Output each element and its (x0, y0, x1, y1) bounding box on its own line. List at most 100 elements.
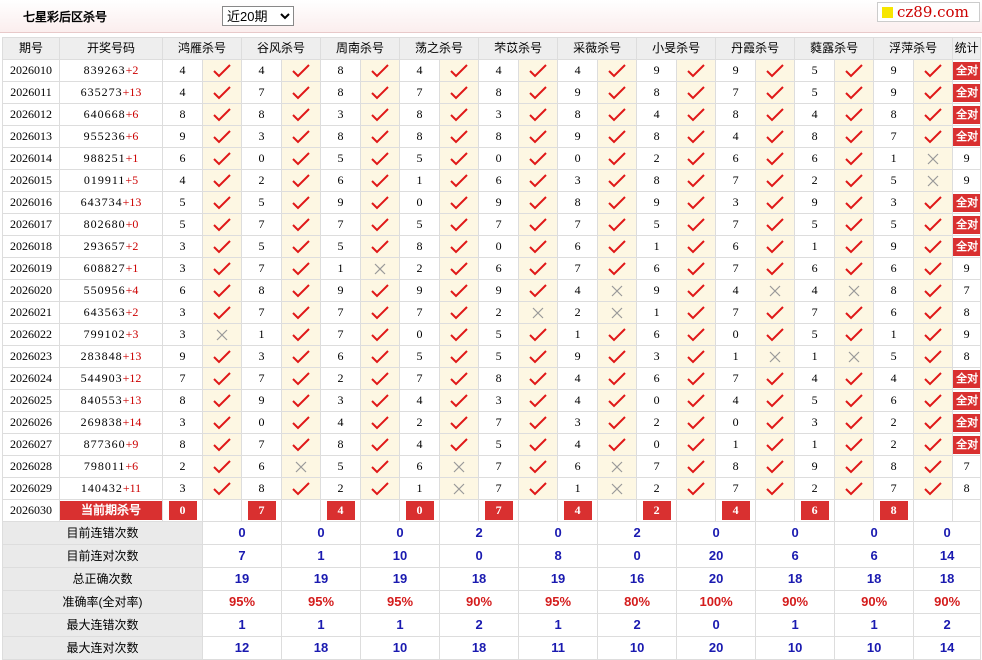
stat-value: 1 (755, 613, 836, 637)
result-mark (281, 345, 322, 368)
result-mark (597, 257, 638, 280)
result-mark (597, 433, 638, 456)
check-icon (213, 240, 231, 254)
result-mark (834, 235, 875, 258)
result-mark (518, 477, 559, 500)
kill-number: 9 (794, 455, 836, 478)
result-mark (676, 213, 717, 236)
check-icon (687, 196, 705, 210)
result-mark (518, 125, 559, 148)
kill-number: 5 (478, 323, 520, 346)
result-mark (360, 169, 401, 192)
cross-icon (453, 461, 465, 473)
stat-value: 10 (597, 636, 678, 660)
result-mark (597, 323, 638, 346)
current-kill-cell: 4 (320, 499, 362, 522)
result-mark (281, 213, 322, 236)
check-icon (845, 460, 863, 474)
site-logo[interactable]: cz89.com (877, 2, 980, 22)
draw-numbers: 955236+6 (59, 125, 163, 148)
result-mark (281, 301, 322, 324)
draw-digits: 283848 (80, 349, 123, 363)
result-mark (360, 411, 401, 434)
col-header-tongji: 统计 (952, 37, 982, 60)
kill-number: 3 (162, 235, 203, 258)
check-icon (687, 108, 705, 122)
draw-sum: +9 (125, 437, 139, 451)
result-mark (597, 125, 638, 148)
stat-number: 10 (787, 640, 803, 655)
draw-sum: +1 (125, 261, 139, 275)
result-mark (597, 147, 638, 170)
cross-icon (295, 461, 307, 473)
issue-number: 2026018 (2, 235, 60, 258)
kill-number: 3 (162, 323, 203, 346)
draw-numbers: 643734+13 (59, 191, 163, 214)
table-row: 2026011 635273+13 4 7 8 7 8 9 8 7 5 9 全对 (2, 81, 982, 104)
check-icon (371, 284, 389, 298)
cross-icon (532, 307, 544, 319)
result-mark (597, 389, 638, 412)
kill-number: 7 (241, 433, 283, 456)
result-mark (597, 477, 638, 500)
kill-number: 9 (873, 81, 915, 104)
check-icon (371, 130, 389, 144)
kill-number: 8 (399, 235, 441, 258)
period-select[interactable]: 近20期 (222, 6, 294, 26)
col-header-expert: 周南杀号 (320, 37, 401, 60)
check-icon (371, 306, 389, 320)
check-icon (608, 152, 626, 166)
check-icon (766, 328, 784, 342)
current-total-cell (952, 499, 982, 522)
kill-number: 1 (557, 323, 599, 346)
result-mark (518, 59, 559, 82)
issue-number: 2026020 (2, 279, 60, 302)
stat-value: 10 (360, 636, 441, 660)
stat-value: 0 (518, 521, 599, 545)
draw-numbers: 550956+4 (59, 279, 163, 302)
kill-number: 5 (399, 147, 441, 170)
table-row: 2026017 802680+0 5 7 7 5 7 7 5 7 5 5 全对 (2, 213, 982, 236)
stat-value: 18 (439, 567, 520, 591)
check-icon (766, 108, 784, 122)
draw-numbers: 635273+13 (59, 81, 163, 104)
kill-number: 2 (636, 477, 678, 500)
kill-number: 1 (715, 433, 757, 456)
cross-icon (927, 153, 939, 165)
result-mark (518, 345, 559, 368)
kill-number: 4 (162, 59, 203, 82)
result-mark (518, 169, 559, 192)
kill-number: 0 (478, 235, 520, 258)
stat-label: 目前连错次数 (2, 521, 203, 545)
kill-number: 5 (636, 213, 678, 236)
check-icon (687, 262, 705, 276)
check-icon (766, 152, 784, 166)
check-icon (213, 262, 231, 276)
check-icon (608, 394, 626, 408)
kill-number: 9 (873, 59, 915, 82)
draw-numbers: 019911+5 (59, 169, 163, 192)
result-mark (439, 279, 480, 302)
stat-number: 90% (782, 594, 809, 609)
kill-number: 2 (557, 301, 599, 324)
kill-number: 4 (399, 389, 441, 412)
result-mark (201, 147, 243, 170)
kill-number: 8 (873, 103, 915, 126)
result-mark (597, 169, 638, 192)
stat-number: 0 (554, 525, 562, 540)
kill-number: 5 (794, 213, 836, 236)
check-icon (687, 438, 705, 452)
result-mark (360, 213, 401, 236)
stat-value: 2 (913, 613, 982, 637)
issue-number: 2026027 (2, 433, 60, 456)
kill-number: 4 (715, 389, 757, 412)
result-mark (281, 257, 322, 280)
check-icon (687, 152, 705, 166)
result-mark (597, 411, 638, 434)
result-mark (913, 279, 954, 302)
result-mark (755, 433, 796, 456)
stat-value: 0 (281, 521, 362, 545)
result-mark (755, 59, 796, 82)
kill-number: 4 (794, 103, 836, 126)
kill-number: 8 (478, 81, 520, 104)
